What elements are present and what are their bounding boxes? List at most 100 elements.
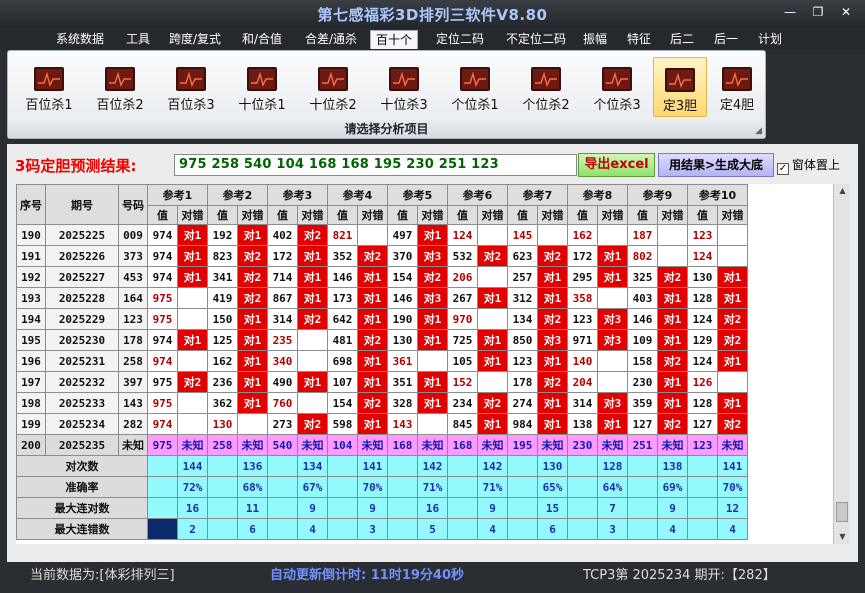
ref-value: 143: [387, 413, 418, 435]
stats-value: 134: [297, 455, 328, 477]
ribbon-button[interactable]: 十位杀1: [231, 57, 293, 117]
ref-value: 130: [387, 329, 418, 351]
prediction-row[interactable]: 200 2025235 未知 975 未知 258 未知 540 未知 104 未知 168 未知 168…: [16, 434, 748, 456]
ref-value: 145: [507, 224, 538, 246]
stats-blank: [207, 518, 238, 540]
ref-value: 314: [267, 308, 298, 330]
ref-value: 128: [687, 287, 718, 309]
chart-icon: [460, 67, 490, 91]
table-row[interactable]: 190 2025225 009 974 对1 192 对1 402 对2 821 497 对1 124 1…: [16, 224, 748, 246]
scrollbar-thumb[interactable]: [836, 502, 848, 522]
ribbon-button[interactable]: 十位杀2: [302, 57, 364, 117]
menu-item[interactable]: 和/合值: [238, 30, 286, 49]
stats-value: 130: [537, 455, 568, 477]
ribbon-button[interactable]: 百位杀1: [18, 57, 80, 117]
prediction-value: 975: [147, 434, 178, 456]
table-row[interactable]: 194 2025229 123 975 150 对1 314 对2 642 对1 190 对1 970 1…: [16, 308, 748, 330]
ribbon-button[interactable]: 定4胆: [712, 57, 762, 117]
ref-value: 370: [387, 245, 418, 267]
ref-mark: 对3: [597, 308, 628, 330]
ref-mark: 对1: [237, 371, 268, 393]
row-issue: 2025226: [45, 245, 119, 267]
row-number: 未知: [118, 434, 148, 456]
table-row[interactable]: 195 2025230 178 974 对1 125 对1 235 481 对2 130 对1 725 对…: [16, 329, 748, 351]
ribbon-button[interactable]: 个位杀2: [515, 57, 577, 117]
ref-mark: 对2: [477, 392, 508, 414]
menu-item[interactable]: 振幅: [578, 30, 612, 49]
ref-mark: 对2: [657, 350, 688, 372]
ref-value: 146: [327, 266, 358, 288]
menu-item[interactable]: 特征: [622, 30, 656, 49]
ref-value: 172: [567, 245, 598, 267]
table-row[interactable]: 197 2025232 397 975 对2 236 对1 490 对1 107 对1 351 对1 15…: [16, 371, 748, 393]
ref-mark: 对1: [357, 308, 388, 330]
result-field[interactable]: 975 258 540 104 168 168 195 230 251 123: [174, 154, 577, 176]
menu-item[interactable]: 系统数据: [52, 30, 108, 49]
ref-value: 341: [207, 266, 238, 288]
row-seq: 193: [16, 287, 46, 309]
stats-value: 4: [717, 518, 748, 540]
ref-mark: 对1: [417, 371, 448, 393]
status-data-source: 当前数据为:[体彩排列三]: [30, 568, 175, 583]
table-row[interactable]: 193 2025228 164 975 419 对2 867 对1 173 对1 146 对3 267 对…: [16, 287, 748, 309]
sub-header: 值: [267, 205, 298, 225]
ref-mark: 对2: [717, 413, 748, 435]
ribbon-button[interactable]: 定3胆: [653, 57, 707, 117]
table-row[interactable]: 191 2025226 373 974 对1 823 对2 172 对1 352 对2 370 对3 53…: [16, 245, 748, 267]
scroll-up-icon[interactable]: ▲: [835, 184, 850, 198]
stats-blank: [447, 497, 478, 519]
ref-value: 172: [267, 245, 298, 267]
ribbon-button[interactable]: 个位杀3: [586, 57, 648, 117]
ribbon-button[interactable]: 百位杀3: [160, 57, 222, 117]
generate-base-button[interactable]: 用结果>生成大底: [658, 153, 774, 177]
restore-icon[interactable]: ❐: [806, 4, 830, 20]
menu-item[interactable]: 跨度/复式: [164, 30, 226, 49]
ref-mark: 对2: [237, 266, 268, 288]
ribbon-button[interactable]: 百位杀2: [89, 57, 151, 117]
ref-header: 参考9: [627, 184, 688, 206]
ref-mark: 对2: [357, 329, 388, 351]
stats-value: 3: [597, 518, 628, 540]
ribbon-button[interactable]: 个位杀1: [444, 57, 506, 117]
menu-item[interactable]: 合差/通杀: [300, 30, 362, 49]
ref-mark: 对1: [537, 392, 568, 414]
minimize-icon[interactable]: —: [778, 4, 802, 20]
stats-row: 最大连对数 16 11 9 9 16 9 15 7 9 12: [16, 497, 748, 519]
ref-value: 714: [267, 266, 298, 288]
expand-corner-icon[interactable]: ◢: [755, 126, 762, 136]
prediction-mark: 未知: [597, 434, 628, 456]
topmost-checkbox[interactable]: ✓ 窗体置上: [777, 156, 840, 175]
checkbox-box[interactable]: ✓: [777, 163, 789, 175]
ref-mark: 对1: [297, 266, 328, 288]
ref-mark: 对1: [657, 287, 688, 309]
menu-item[interactable]: 计划: [753, 30, 787, 49]
table-row[interactable]: 196 2025231 258 974 162 对1 340 698 对1 361 105 对1 123…: [16, 350, 748, 372]
scroll-down-icon[interactable]: ▼: [835, 530, 850, 544]
menu-item[interactable]: 工具: [121, 30, 155, 49]
menu-item[interactable]: 百十个: [370, 30, 418, 49]
export-excel-button[interactable]: 导出excel: [578, 153, 655, 177]
ribbon-button-label: 百位杀2: [96, 98, 144, 113]
table-row[interactable]: 192 2025227 453 974 对1 341 对2 714 对1 146 对1 154 对2 20…: [16, 266, 748, 288]
ref-mark: [177, 308, 208, 330]
table-row[interactable]: 199 2025234 282 974 130 273 对2 598 对1 143 845 对1 984…: [16, 413, 748, 435]
main-panel: 3码定胆预测结果: 975 258 540 104 168 168 195 23…: [7, 144, 858, 562]
menu-item[interactable]: 不定位二码: [499, 30, 573, 49]
ref-value: 358: [567, 287, 598, 309]
menu-item[interactable]: 后二: [665, 30, 699, 49]
ref-value: 359: [627, 392, 658, 414]
ref-mark: 对3: [597, 329, 628, 351]
menu-item[interactable]: 定位二码: [429, 30, 491, 49]
close-icon[interactable]: ✕: [834, 4, 858, 20]
vertical-scrollbar[interactable]: ▲ ▼: [833, 184, 850, 544]
ref-value: 128: [687, 392, 718, 414]
sub-header: 值: [447, 205, 478, 225]
menu-item[interactable]: 后一: [709, 30, 743, 49]
ribbon-button[interactable]: 十位杀3: [373, 57, 435, 117]
ref-mark: [597, 287, 628, 309]
stats-blank: [207, 497, 238, 519]
ref-value: 623: [507, 245, 538, 267]
chart-icon: [318, 67, 348, 91]
chart-icon: [722, 67, 752, 91]
table-row[interactable]: 198 2025233 143 975 362 对1 760 154 对2 328 对1 234 对2 2…: [16, 392, 748, 414]
